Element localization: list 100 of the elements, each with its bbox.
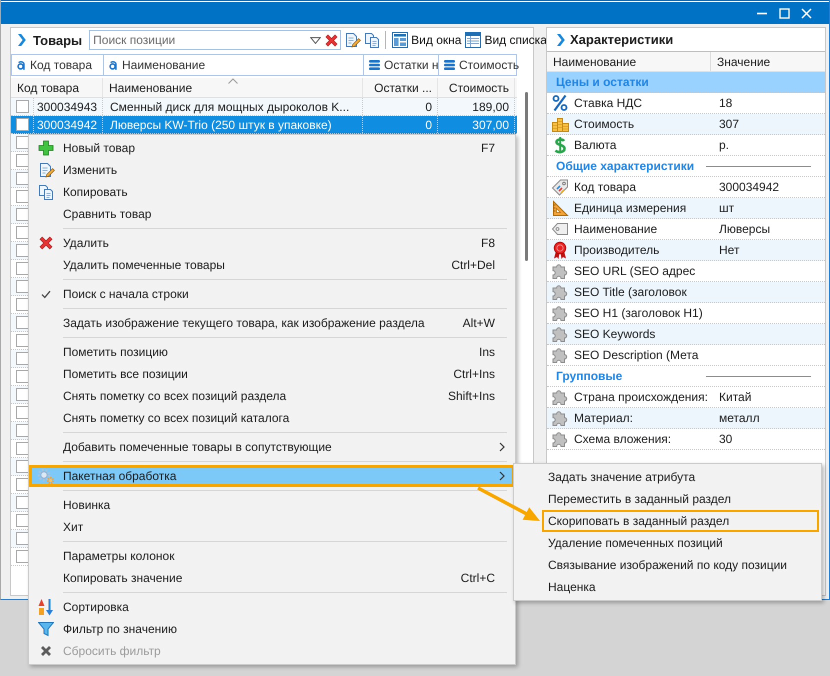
menu-item[interactable]: Пометить все позиции Ctrl+Ins (29, 363, 515, 385)
table-row[interactable]: 300034942 Люверсы KW-Trio (250 штук в упаковке) 0 307,00 (11, 116, 517, 134)
menu-item[interactable]: Пакетная обработка (29, 465, 515, 487)
property-name: Ставка НДС (573, 96, 644, 110)
copy-icon[interactable] (364, 32, 380, 48)
column-chip[interactable]: Код товара (12, 55, 104, 75)
property-value: 300034942 (718, 180, 780, 194)
menu-item[interactable]: Изменить (29, 159, 515, 181)
table-row[interactable]: 300034943 Сменный диск для мощных дыроколов K... 0 189,00 (11, 98, 517, 116)
row-checkbox[interactable] (16, 136, 28, 149)
row-checkbox[interactable] (16, 190, 28, 203)
row-checkbox[interactable] (16, 172, 28, 185)
column-header[interactable]: Наименование (547, 52, 711, 71)
row-checkbox[interactable] (16, 262, 28, 275)
search-field[interactable]: Поиск позиции (89, 30, 342, 50)
property-name: Валюта (573, 138, 618, 152)
menu-item[interactable]: Пометить позицию Ins (29, 341, 515, 363)
menu-item[interactable]: Новинка (29, 494, 515, 516)
row-checkbox[interactable] (16, 334, 28, 347)
menu-item[interactable]: Переместить в заданный раздел (514, 488, 821, 510)
property-value: р. (718, 138, 730, 152)
menu-item[interactable]: Фильтр по значению (29, 618, 515, 640)
menu-item[interactable]: Снять пометку со всех позиций каталога (29, 407, 515, 429)
row-checkbox[interactable] (16, 298, 28, 311)
menu-item[interactable]: Снять пометку со всех позиций раздела Shift+Ins (29, 385, 515, 407)
menu-item[interactable]: Сравнить товар (29, 203, 515, 225)
scrollbar-thumb[interactable] (525, 92, 528, 261)
clear-icon[interactable] (325, 34, 338, 46)
menu-item[interactable]: Задать изображение текущего товара, как изображение раздела Alt+W (29, 312, 515, 334)
edit-icon[interactable] (344, 32, 362, 48)
property-row[interactable]: Ставка НДС 18 (547, 93, 825, 114)
row-checkbox[interactable] (16, 316, 28, 329)
row-checkbox[interactable] (16, 388, 28, 401)
panel-title: Товары (33, 32, 82, 48)
property-row[interactable]: Страна происхождения: Китай (547, 387, 825, 408)
property-row[interactable]: Код товара 300034942 (547, 177, 825, 198)
chevron-icon (18, 34, 26, 46)
column-header[interactable]: Стоимость (438, 78, 515, 97)
row-checkbox[interactable] (16, 244, 28, 257)
dropdown-icon[interactable] (310, 36, 322, 44)
puzzle-icon (551, 388, 569, 406)
puzzle-icon (551, 283, 569, 301)
row-checkbox[interactable] (16, 514, 28, 527)
property-row[interactable]: SEO URL (SEO адрес (547, 261, 825, 282)
window-view-button[interactable]: Вид окна (390, 32, 464, 48)
property-row[interactable]: Производитель Нет (547, 240, 825, 261)
row-checkbox[interactable] (16, 208, 28, 221)
row-checkbox[interactable] (16, 154, 28, 167)
triangle-ruler-icon (552, 200, 568, 216)
menu-item[interactable]: Удаление помеченных позиций (514, 532, 821, 554)
column-header[interactable]: Код товара (11, 78, 103, 97)
property-row[interactable]: Валюта р. (547, 135, 825, 156)
property-row[interactable]: SEO Keywords (547, 324, 825, 345)
property-row[interactable]: Единица измерения шт (547, 198, 825, 219)
column-header[interactable]: Наименование (103, 78, 363, 97)
property-value: 30 (718, 432, 732, 446)
menu-item[interactable]: Хит (29, 516, 515, 538)
menu-item[interactable]: Добавить помеченные товары в сопутствующие (29, 436, 515, 458)
property-row[interactable]: SEO H1 (заголовок H1) (547, 303, 825, 324)
menu-item[interactable]: Наценка (514, 576, 821, 598)
column-header[interactable]: Остатки ... (363, 78, 438, 97)
menu-item[interactable]: Копировать значение Ctrl+C (29, 567, 515, 589)
row-checkbox[interactable] (16, 370, 28, 383)
menu-item[interactable]: Связывание изображений по коду позиции (514, 554, 821, 576)
column-chip[interactable]: Остатки н (364, 55, 439, 75)
row-checkbox[interactable] (16, 460, 28, 473)
menu-item[interactable]: Удалить F8 (29, 232, 515, 254)
property-value: Люверсы (718, 222, 770, 236)
row-checkbox[interactable] (16, 100, 28, 113)
menu-item[interactable]: Новый товар F7 (29, 137, 515, 159)
row-checkbox[interactable] (16, 496, 28, 509)
row-checkbox[interactable] (16, 550, 28, 563)
column-header[interactable]: Значение (711, 52, 825, 71)
menu-item[interactable]: Копировать (29, 181, 515, 203)
row-checkbox[interactable] (16, 118, 28, 131)
menu-item[interactable]: Сортировка (29, 596, 515, 618)
property-row[interactable]: SEO Title (заголовок (547, 282, 825, 303)
property-row[interactable]: Материал: металл (547, 408, 825, 429)
property-row[interactable]: Схема вложения: 30 (547, 429, 825, 450)
menu-item[interactable]: Задать значение атрибута (514, 466, 821, 488)
chevron-icon (557, 34, 565, 46)
property-row[interactable]: SEO Description (Мета (547, 345, 825, 366)
row-checkbox[interactable] (16, 280, 28, 293)
property-name: Производитель (573, 243, 660, 257)
row-checkbox[interactable] (16, 532, 28, 545)
delete-icon (39, 236, 53, 250)
row-checkbox[interactable] (16, 442, 28, 455)
menu-item[interactable]: Поиск с начала строки (29, 283, 515, 305)
row-checkbox[interactable] (16, 478, 28, 491)
row-checkbox[interactable] (16, 424, 28, 437)
column-chip[interactable]: Наименование (104, 55, 364, 75)
menu-item[interactable]: Удалить помеченные товары Ctrl+Del (29, 254, 515, 276)
menu-item[interactable]: Скориповать в заданный раздел (514, 510, 821, 532)
gear-icon (37, 468, 55, 484)
row-checkbox[interactable] (16, 352, 28, 365)
property-row[interactable]: Стоимость 307 (547, 114, 825, 135)
row-checkbox[interactable] (16, 226, 28, 239)
menu-item[interactable]: Параметры колонок (29, 545, 515, 567)
window-layout-icon (392, 32, 408, 48)
row-checkbox[interactable] (16, 406, 28, 419)
